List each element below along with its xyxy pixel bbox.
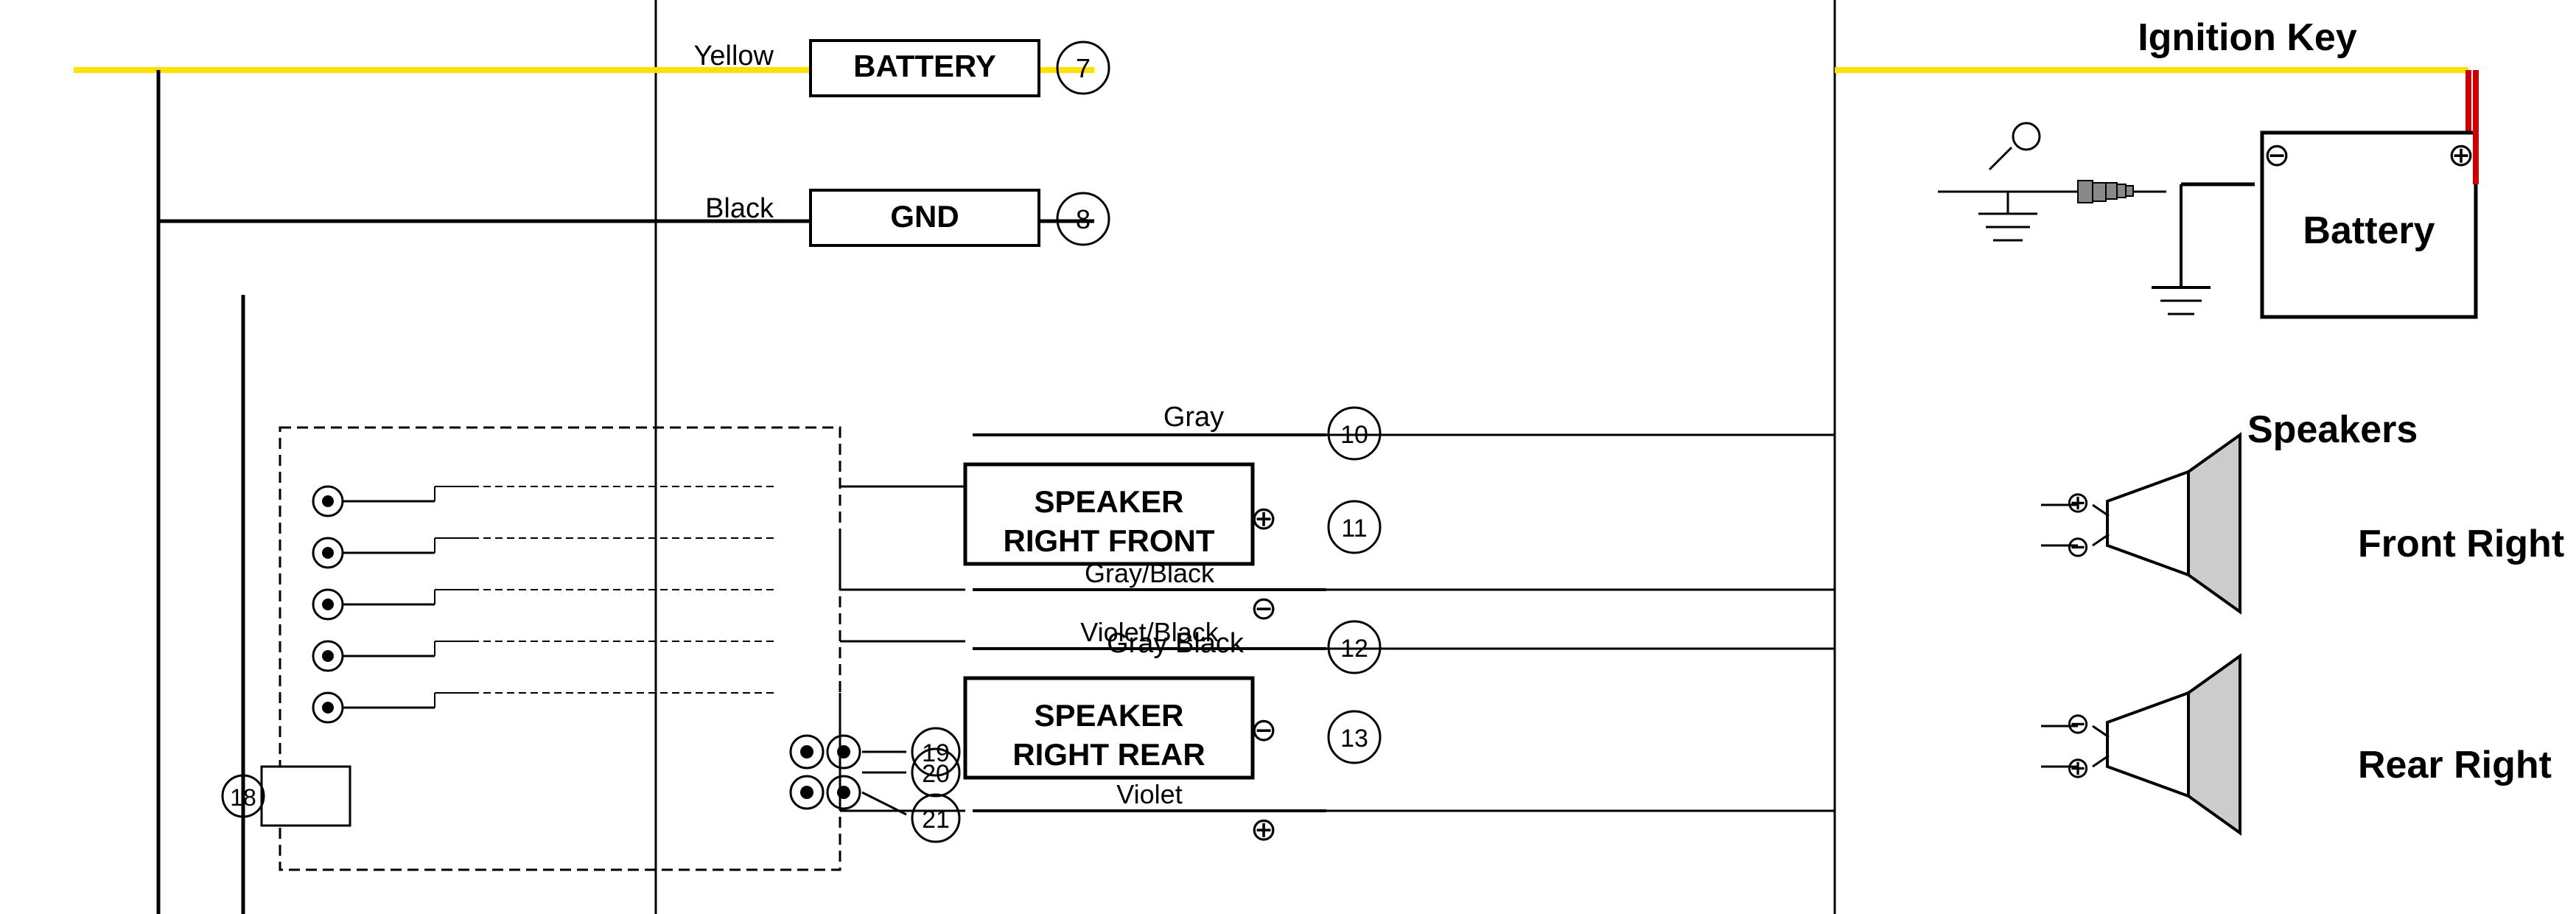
rca-connector-4	[313, 641, 472, 671]
rca-connector-2	[313, 538, 472, 568]
rca-connector-1	[313, 486, 472, 516]
speaker-front-right-symbol: ⊕ ⊖	[2041, 435, 2240, 612]
rca-connector-3	[313, 590, 472, 619]
battery-box-label: BATTERY	[853, 49, 996, 83]
violet-label: Violet	[1116, 779, 1182, 809]
number-8: 8	[1076, 204, 1091, 234]
battery-label: Battery	[2303, 209, 2435, 252]
battery-minus: ⊖	[2264, 137, 2291, 173]
gray-black-label: Gray/Black	[1085, 558, 1215, 588]
ignition-key-label: Ignition Key	[2138, 16, 2357, 59]
black-label: Black	[705, 193, 774, 224]
front-right-label: Front Right	[2358, 523, 2564, 565]
speaker-rf-minus: ⊖	[1250, 590, 1278, 627]
speaker-rear-right-symbol: ⊖ ⊕	[2041, 656, 2240, 833]
diagram-container: Yellow BATTERY 7 Black GND 8	[0, 0, 2576, 914]
svg-text:⊕: ⊕	[2065, 752, 2090, 784]
gray-label: Gray	[1163, 402, 1224, 433]
gnd-box-label: GND	[890, 199, 959, 234]
number-7: 7	[1076, 53, 1091, 83]
svg-text:⊖: ⊖	[2065, 531, 2090, 563]
rear-right-label: Rear Right	[2358, 744, 2552, 786]
number-13: 13	[1340, 725, 1368, 753]
rca-cluster-right	[791, 736, 906, 814]
speaker-rr-label-2: RIGHT REAR	[1012, 737, 1205, 772]
speaker-rf-label-2: RIGHT FRONT	[1004, 523, 1215, 558]
rca-connector-5	[313, 693, 472, 722]
rca-dashed-box	[280, 428, 840, 870]
wiring-diagram-svg: Yellow BATTERY 7 Black GND 8	[0, 0, 2576, 914]
number-11: 11	[1341, 514, 1367, 543]
speaker-rf-plus: ⊕	[1250, 500, 1278, 537]
speaker-rr-plus: ⊕	[1250, 812, 1278, 848]
speaker-rr-minus: ⊖	[1250, 712, 1278, 748]
speakers-title: Speakers	[2247, 408, 2418, 451]
battery-plus: ⊕	[2448, 137, 2475, 173]
connector-box-18	[262, 767, 350, 826]
speaker-rr-label-1: SPEAKER	[1034, 698, 1183, 733]
number-20: 20	[922, 760, 950, 788]
ignition-switch-symbol	[1938, 123, 2166, 240]
svg-text:⊖: ⊖	[2065, 708, 2090, 740]
number-18: 18	[230, 784, 256, 811]
yellow-label: Yellow	[694, 41, 774, 71]
speaker-rf-label-1: SPEAKER	[1034, 484, 1183, 519]
svg-text:⊕: ⊕	[2065, 486, 2090, 519]
gray-black-annotation: Gray Black	[1107, 628, 1245, 659]
